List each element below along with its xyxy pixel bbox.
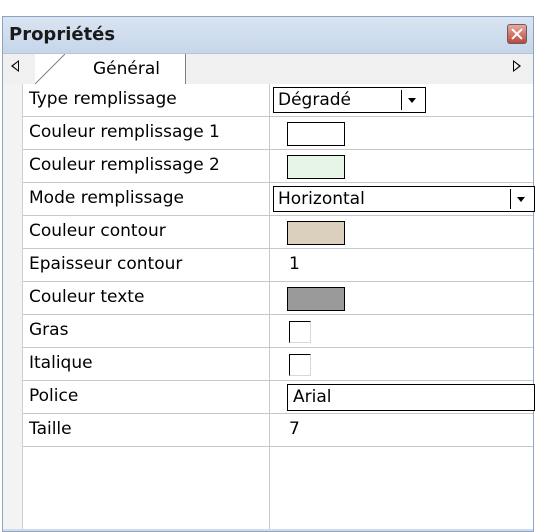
property-row-outline-color: Couleur contour bbox=[23, 216, 533, 249]
property-label: Police bbox=[29, 386, 79, 406]
property-row-bold: Gras bbox=[23, 315, 533, 348]
column-divider bbox=[269, 249, 270, 282]
tab-strip: Général bbox=[3, 53, 533, 85]
property-label: Couleur contour bbox=[29, 221, 166, 241]
tab-general-label: Général bbox=[93, 59, 160, 79]
panel-title: Propriétés bbox=[9, 24, 116, 45]
property-row-fill-color-2: Couleur remplissage 2 bbox=[23, 150, 533, 183]
property-row-italic: Italique bbox=[23, 348, 533, 381]
dropdown-arrow-icon[interactable] bbox=[510, 189, 532, 209]
size-value[interactable]: 7 bbox=[289, 419, 300, 439]
column-divider bbox=[269, 183, 270, 216]
fill-color-2-swatch[interactable] bbox=[287, 155, 345, 179]
tab-general[interactable]: Général bbox=[35, 54, 186, 84]
property-label: Italique bbox=[29, 353, 93, 373]
italic-checkbox[interactable] bbox=[289, 354, 311, 376]
fill-type-select[interactable]: Dégradé bbox=[273, 87, 426, 113]
column-divider bbox=[269, 381, 270, 414]
close-icon[interactable] bbox=[507, 24, 527, 44]
property-row-outline-width: Epaisseur contour 1 bbox=[23, 249, 533, 282]
property-row-fill-type: Type remplissage Dégradé bbox=[23, 84, 533, 117]
column-divider bbox=[269, 216, 270, 249]
outline-width-value[interactable]: 1 bbox=[289, 254, 300, 274]
column-divider bbox=[269, 315, 270, 348]
property-row-text-color: Couleur texte bbox=[23, 282, 533, 315]
column-divider bbox=[269, 84, 270, 117]
property-label: Couleur texte bbox=[29, 287, 145, 307]
scroll-left-arrow-icon[interactable] bbox=[11, 60, 19, 72]
bold-checkbox[interactable] bbox=[289, 321, 311, 343]
panel-titlebar: Propriétés bbox=[3, 17, 533, 53]
font-input[interactable]: Arial bbox=[287, 384, 535, 411]
column-divider bbox=[269, 282, 270, 315]
property-label: Gras bbox=[29, 320, 69, 340]
column-divider bbox=[269, 447, 270, 529]
property-label: Couleur remplissage 2 bbox=[29, 155, 220, 175]
outline-color-swatch[interactable] bbox=[287, 221, 345, 245]
text-color-swatch[interactable] bbox=[287, 287, 345, 311]
scroll-right-arrow-icon[interactable] bbox=[513, 60, 521, 72]
property-row-font: Police Arial bbox=[23, 381, 535, 414]
fill-mode-select[interactable]: Horizontal bbox=[273, 186, 535, 212]
properties-panel: Propriétés Général Type remplissage Dégr… bbox=[2, 16, 535, 532]
property-label: Epaisseur contour bbox=[29, 254, 183, 274]
grid-gutter bbox=[3, 84, 23, 529]
property-label: Taille bbox=[29, 419, 72, 439]
tab-slant-edge bbox=[35, 54, 65, 84]
property-row-size: Taille 7 bbox=[23, 414, 533, 447]
property-label: Couleur remplissage 1 bbox=[29, 122, 220, 142]
fill-mode-value: Horizontal bbox=[278, 189, 365, 209]
column-divider bbox=[269, 150, 270, 183]
dropdown-arrow-icon[interactable] bbox=[401, 90, 423, 110]
column-divider bbox=[269, 414, 270, 447]
fill-color-1-swatch[interactable] bbox=[287, 122, 345, 146]
property-row-fill-mode: Mode remplissage Horizontal bbox=[23, 183, 535, 216]
grid-empty-area bbox=[23, 447, 533, 529]
font-value: Arial bbox=[293, 387, 332, 407]
column-divider bbox=[269, 348, 270, 381]
property-row-fill-color-1: Couleur remplissage 1 bbox=[23, 117, 533, 150]
fill-type-value: Dégradé bbox=[278, 90, 351, 110]
column-divider bbox=[269, 117, 270, 150]
property-grid: Type remplissage Dégradé Couleur remplis… bbox=[3, 84, 535, 529]
property-label: Mode remplissage bbox=[29, 188, 184, 208]
property-label: Type remplissage bbox=[29, 89, 177, 109]
